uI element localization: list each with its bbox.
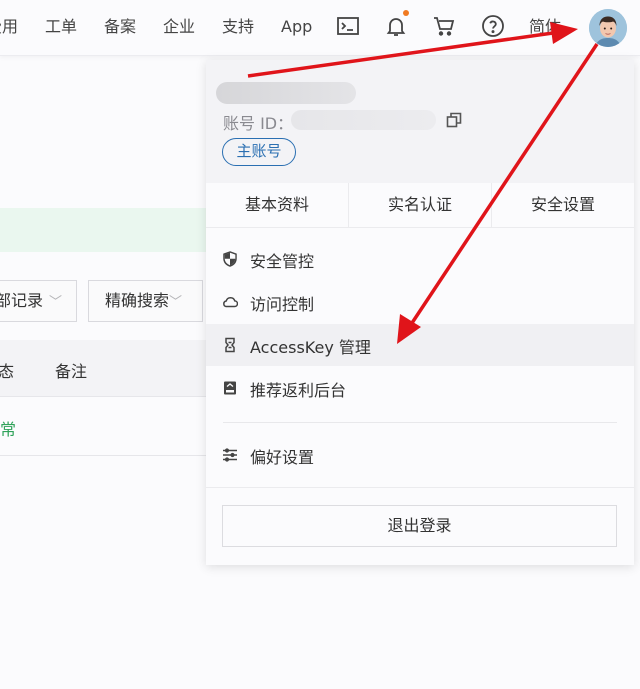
- footer-divider: [206, 487, 634, 488]
- menu-item-label: 访问控制: [250, 295, 315, 314]
- tab-real-name-verification[interactable]: 实名认证: [349, 183, 492, 227]
- account-info-header: 账号 ID： 主账号: [206, 60, 634, 183]
- account-tabs: 基本资料 实名认证 安全设置: [206, 183, 634, 228]
- menu-item-accesskey-management[interactable]: AccessKey 管理: [206, 324, 634, 366]
- nav-item-app[interactable]: App: [281, 16, 312, 38]
- cart-icon[interactable]: [432, 14, 456, 38]
- tab-security-settings[interactable]: 安全设置: [492, 183, 634, 227]
- menu-item-referral-dashboard[interactable]: 推荐返利后台: [206, 367, 634, 409]
- record-filter-select[interactable]: 部记录 ﹀: [0, 280, 77, 322]
- search-mode-select[interactable]: 精确搜索﹀: [88, 280, 203, 322]
- menu-item-access-control[interactable]: 访问控制: [206, 281, 634, 323]
- menu-item-preferences[interactable]: 偏好设置: [206, 434, 634, 476]
- notification-dot: [403, 10, 409, 16]
- account-name-redacted: [216, 82, 356, 104]
- menu-item-security-control[interactable]: 安全管控: [206, 238, 634, 280]
- nav-item-billing[interactable]: 费用: [0, 16, 18, 38]
- account-dropdown-menu: 账号 ID： 主账号 基本资料 实名认证 安全设置 安全管控 访问控制 Acce…: [206, 60, 634, 565]
- help-icon[interactable]: [481, 14, 505, 38]
- table-row: 常: [0, 398, 206, 456]
- menu-item-label: 推荐返利后台: [250, 381, 347, 400]
- sliders-icon: [222, 447, 238, 463]
- nav-item-enterprise[interactable]: 企业: [163, 16, 195, 38]
- menu-divider: [223, 422, 617, 423]
- status-cell: 常: [0, 420, 17, 439]
- tab-basic-info[interactable]: 基本资料: [206, 183, 349, 227]
- search-mode-value: 精确搜索: [105, 291, 170, 310]
- column-header-status: 态: [0, 362, 15, 381]
- terminal-icon[interactable]: [336, 14, 360, 38]
- nav-item-icp[interactable]: 备案: [104, 16, 136, 38]
- nav-item-support[interactable]: 支持: [222, 16, 254, 38]
- copy-icon[interactable]: [446, 112, 462, 128]
- page: 部记录﹀ 精确搜索﹀ 态 备注 常 费用 工单 备案 企业 支持 App 简体: [0, 0, 640, 689]
- chevron-down-icon: ﹀: [169, 295, 183, 310]
- cloud-icon: [222, 294, 239, 310]
- menu-item-label: 安全管控: [250, 252, 315, 271]
- user-avatar[interactable]: [589, 9, 627, 47]
- nav-item-tickets[interactable]: 工单: [45, 16, 77, 38]
- top-navigation-bar: 费用 工单 备案 企业 支持 App 简体: [0, 0, 640, 56]
- info-alert-banner: [0, 208, 206, 252]
- logout-button[interactable]: 退出登录: [222, 505, 617, 547]
- referral-icon: [222, 380, 238, 396]
- bell-icon[interactable]: [384, 14, 408, 38]
- chevron-down-icon: ﹀: [49, 295, 63, 310]
- record-filter-value: 部记录: [0, 291, 44, 310]
- account-id-redacted: [291, 110, 436, 130]
- shield-icon: [222, 251, 238, 267]
- table-header: 态 备注: [0, 340, 206, 397]
- main-account-badge: 主账号: [222, 138, 296, 166]
- account-id-label: 账号 ID：: [223, 114, 294, 133]
- menu-item-label: 偏好设置: [250, 448, 315, 467]
- language-switch[interactable]: 简体: [529, 16, 561, 38]
- column-header-remark: 备注: [55, 362, 88, 381]
- key-icon: [222, 337, 238, 353]
- menu-item-label: AccessKey 管理: [250, 338, 371, 357]
